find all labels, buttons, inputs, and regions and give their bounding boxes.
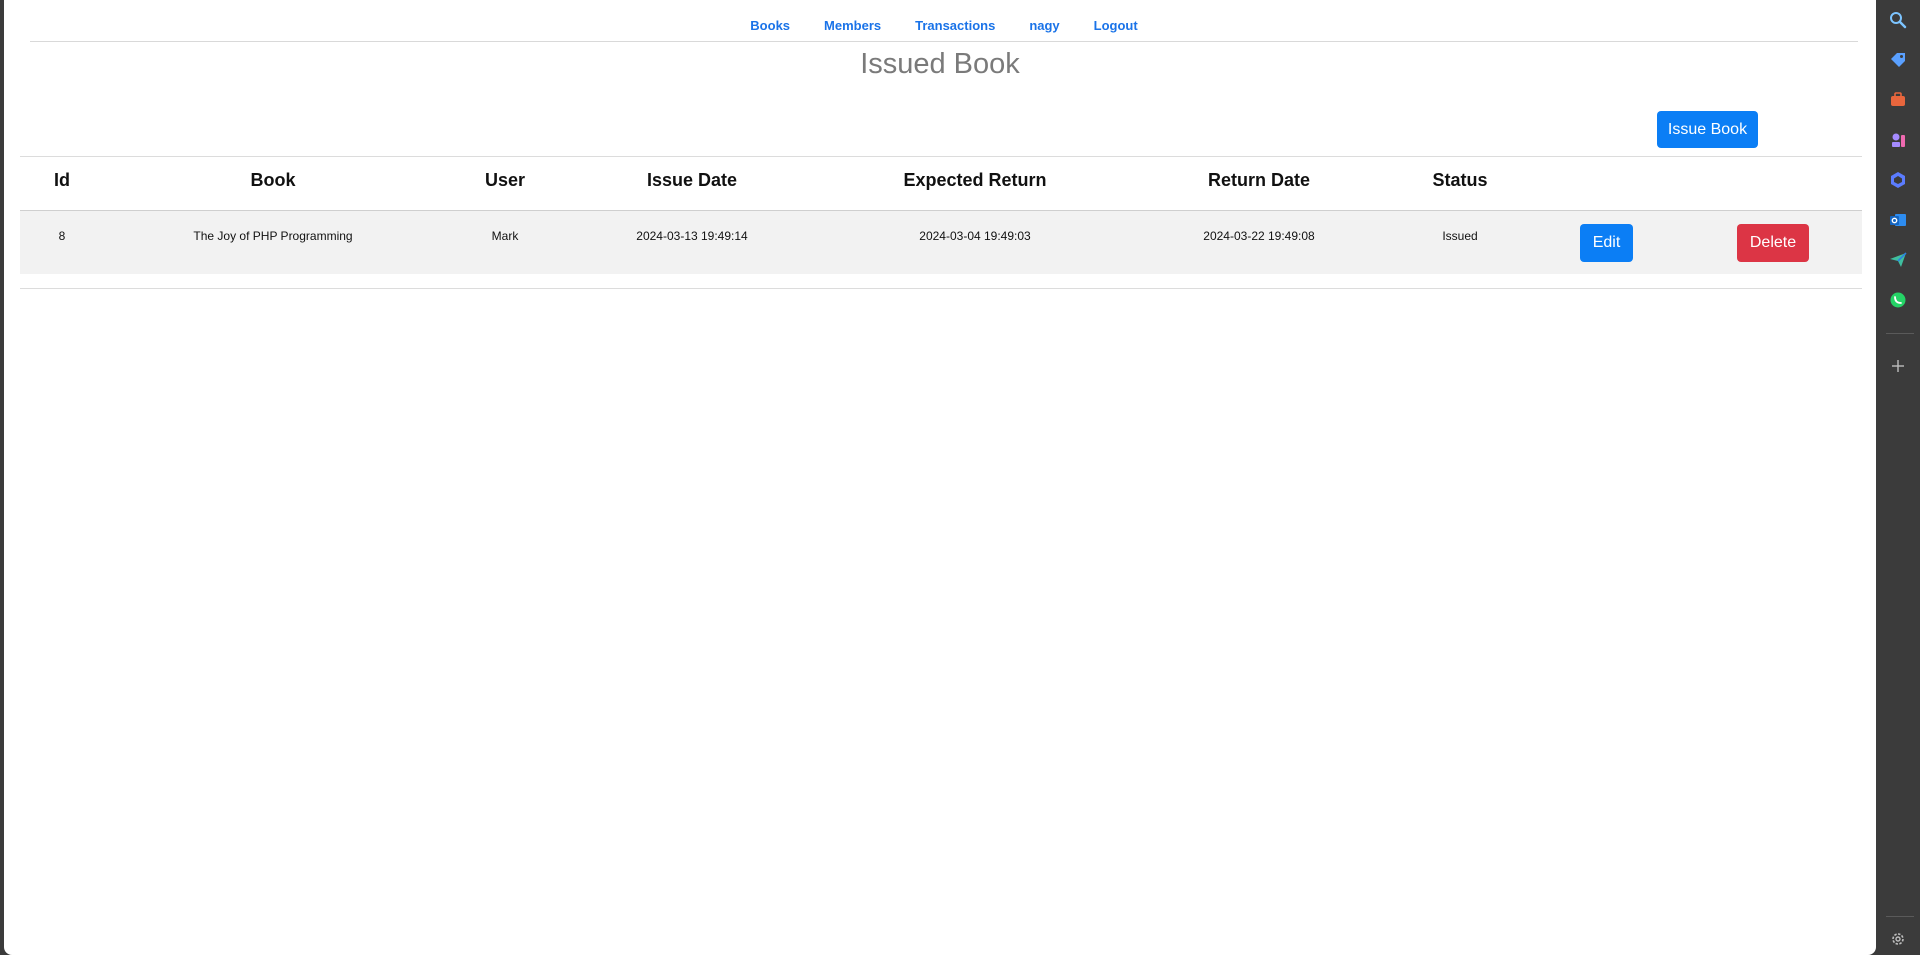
sidebar-divider [1886,333,1914,334]
tag-icon[interactable] [1888,50,1908,70]
header-status: Status [1432,170,1488,190]
cell-book: The Joy of PHP Programming [193,229,353,243]
cell-return-date: 2024-03-22 19:49:08 [1203,229,1315,243]
header-issue-date: Issue Date [646,170,738,190]
cell-id: 8 [58,229,66,243]
search-icon[interactable] [1888,10,1908,30]
table-row: 8 The Joy of PHP Programming Mark 2024-0… [20,210,1862,274]
top-nav: Books Members Transactions nagy Logout [30,0,1858,42]
send-icon[interactable] [1888,250,1908,270]
nav-link-members[interactable]: Members [807,18,898,33]
header-user: User [484,170,526,190]
nav-link-books[interactable]: Books [733,18,807,33]
browser-viewport: Books Members Transactions nagy Logout I… [4,0,1876,955]
plus-icon[interactable] [1888,356,1908,376]
header-id: Id [54,170,70,190]
table-bottom-border [20,288,1862,289]
nav-link-transactions[interactable]: Transactions [898,18,1012,33]
whatsapp-icon[interactable] [1888,290,1908,310]
cell-status: Issued [1442,229,1478,243]
header-book: Book [250,170,296,190]
briefcase-icon[interactable] [1888,90,1908,110]
issue-book-button[interactable]: Issue Book [1657,111,1758,148]
sidebar-divider-bottom [1886,916,1914,917]
cell-issue-date: 2024-03-13 19:49:14 [636,229,748,243]
chess-icon[interactable] [1888,130,1908,150]
header-expected-return: Expected Return [903,170,1047,190]
delete-button[interactable]: Delete [1737,224,1809,262]
nav-link-user[interactable]: nagy [1012,18,1076,33]
gear-icon[interactable] [1888,929,1908,949]
table-top-border [20,156,1862,157]
header-return-date: Return Date [1207,170,1311,190]
browser-sidebar [1878,0,1920,955]
cell-user: Mark [491,229,519,243]
outlook-icon[interactable] [1888,210,1908,230]
page-title: Issued Book [860,48,1020,80]
cell-expected-return: 2024-03-04 19:49:03 [919,229,1031,243]
copilot-icon[interactable] [1888,170,1908,190]
nav-link-logout[interactable]: Logout [1077,18,1155,33]
edit-button[interactable]: Edit [1580,224,1633,262]
